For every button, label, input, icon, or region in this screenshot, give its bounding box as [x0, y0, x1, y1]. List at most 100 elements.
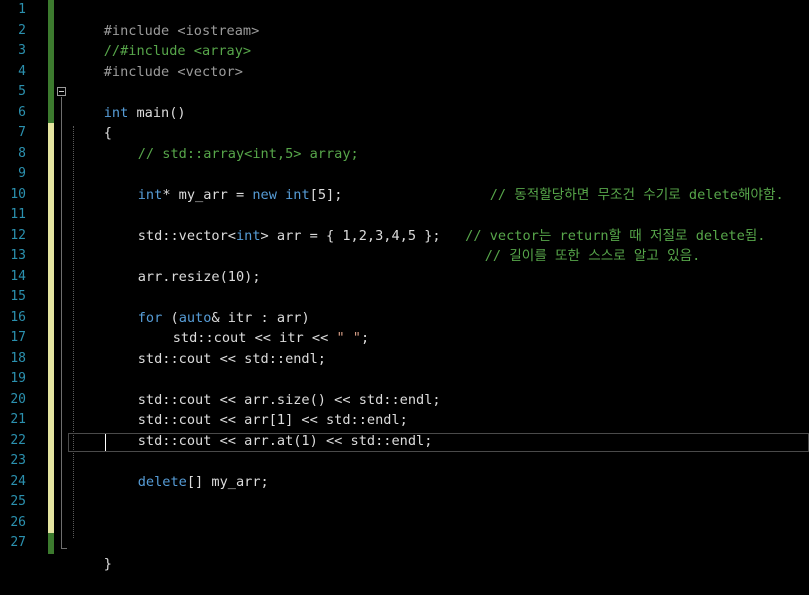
keyword: delete [137, 473, 187, 490]
line-number: 3 [18, 43, 26, 58]
code-line-23[interactable]: delete[] my_arr; [105, 451, 269, 490]
code-line-1[interactable]: #include <iostream> [71, 0, 260, 39]
function-signature: main() [128, 104, 186, 121]
unsaved-change-marker [48, 369, 54, 390]
text-cursor [105, 434, 106, 451]
line-number: 23 [10, 453, 26, 468]
code-text: ; [361, 330, 370, 346]
saved-change-marker [48, 82, 54, 103]
line-number: 26 [10, 514, 26, 530]
code-text: std::vector< [137, 227, 236, 244]
unsaved-change-marker [48, 123, 54, 144]
line-number: 24 [10, 473, 26, 489]
code-text: * my_arr = [162, 186, 253, 203]
line-number: 25 [10, 494, 26, 509]
line-number: 14 [10, 268, 26, 284]
comment: // 동적할당하면 무조건 수기로 delete해야함. [489, 186, 784, 203]
code-editor[interactable]: 1 2 3 4 5 6 7 8 9 10 11 12 13 14 15 16 17 18 19 20 21 22 23 24 2… [0, 0, 809, 572]
line-number: 6 [18, 104, 26, 120]
keyword: int [285, 186, 310, 203]
code-line-13[interactable]: arr.resize(10); [105, 246, 261, 285]
comment: // 길이를 또한 스스로 알고 있음. [484, 248, 701, 264]
unsaved-change-marker [48, 451, 54, 472]
code-line-19[interactable]: std::cout << arr.size() << std::endl; [105, 369, 441, 408]
keyword: int [137, 186, 163, 203]
line-number: 21 [10, 412, 26, 427]
code-line-5[interactable]: int main() [71, 82, 186, 121]
unsaved-change-marker [48, 205, 54, 226]
unsaved-change-marker [48, 328, 54, 349]
unsaved-change-marker [48, 246, 54, 267]
unsaved-change-marker [48, 389, 54, 410]
code-text: > arr = { 1,2,3,4,5 }; [260, 227, 441, 244]
code-line-21[interactable]: std::cout << arr.at(1) << std::endl; [105, 410, 433, 449]
line-number: 2 [18, 22, 26, 38]
code-line-16[interactable]: std::cout << itr << " "; [140, 308, 369, 346]
code-text: arr.resize(10); [137, 268, 261, 285]
line-number: 1 [18, 2, 26, 17]
code-text: [] my_arr; [186, 473, 269, 490]
line-number: 22 [10, 432, 26, 448]
saved-change-marker [48, 61, 54, 82]
line-number: 13 [10, 248, 26, 263]
comment: // std::array<int,5> array; [137, 145, 359, 162]
code-text: [5]; [309, 186, 343, 203]
line-number: 5 [18, 84, 26, 99]
saved-change-marker [48, 0, 54, 21]
keyword: int [235, 227, 261, 244]
keyword: new [252, 186, 277, 203]
unsaved-change-marker [48, 225, 54, 246]
line-number: 20 [10, 391, 26, 407]
line-number: 4 [18, 63, 26, 79]
saved-change-marker [48, 41, 54, 62]
saved-change-marker [48, 20, 54, 41]
code-line-3[interactable]: #include <vector> [71, 41, 243, 80]
line-number: 27 [10, 535, 26, 550]
preprocessor-directive: #include <vector> [103, 63, 243, 80]
code-line-2[interactable]: //#include <array> [71, 21, 251, 59]
string-literal: " " [336, 330, 361, 346]
unsaved-change-marker [48, 471, 54, 492]
code-line-17[interactable]: std::cout << std::endl; [105, 328, 326, 367]
code-line-11[interactable]: std::vector<int> arr = { 1,2,3,4,5 }; //… [105, 205, 766, 244]
code-line-27[interactable]: } [71, 534, 112, 572]
code-line-20[interactable]: std::cout << arr[1] << std::endl; [105, 390, 408, 428]
line-number: 12 [10, 227, 26, 243]
unsaved-change-marker [48, 184, 54, 205]
saved-change-marker [48, 533, 54, 554]
unsaved-change-marker [48, 307, 54, 328]
line-number-gutter: 1 2 3 4 5 6 7 8 9 10 11 12 13 14 15 16 17 18 19 20 21 22 23 24 2… [0, 0, 48, 561]
close-brace: } [103, 556, 112, 572]
fold-region-line [61, 97, 62, 549]
line-number: 15 [10, 289, 26, 304]
unsaved-change-marker [48, 410, 54, 431]
line-number: 11 [10, 207, 26, 222]
code-line-7[interactable]: // std::array<int,5> array; [105, 123, 359, 162]
unsaved-change-marker [48, 348, 54, 369]
code-line-9[interactable]: int* my_arr = new int[5]; // 동적할당하면 무조건 … [105, 164, 784, 203]
code-line-12[interactable]: // 길이를 또한 스스로 알고 있음. [452, 226, 701, 264]
unsaved-change-marker [48, 266, 54, 287]
unsaved-change-marker [48, 430, 54, 451]
unsaved-change-marker [48, 164, 54, 185]
fold-region-end [61, 548, 67, 549]
line-number: 19 [10, 371, 26, 386]
unsaved-change-marker [48, 492, 54, 513]
line-number: 16 [10, 309, 26, 325]
collapse-icon[interactable] [57, 87, 66, 96]
line-number: 8 [18, 145, 26, 161]
code-line-15[interactable]: for (auto& itr : arr) [105, 287, 310, 326]
indent-guide [73, 126, 74, 538]
code-line-6[interactable]: { [71, 103, 112, 141]
unsaved-change-marker [48, 143, 54, 164]
unsaved-change-marker [48, 512, 54, 533]
saved-change-marker [48, 102, 54, 123]
line-number: 17 [10, 330, 26, 345]
line-number: 7 [18, 125, 26, 140]
code-text: std::cout << std::endl; [137, 350, 326, 367]
line-number: 9 [18, 166, 26, 181]
code-text: std::cout << arr.at(1) << std::endl; [137, 432, 433, 449]
unsaved-change-marker [48, 287, 54, 308]
